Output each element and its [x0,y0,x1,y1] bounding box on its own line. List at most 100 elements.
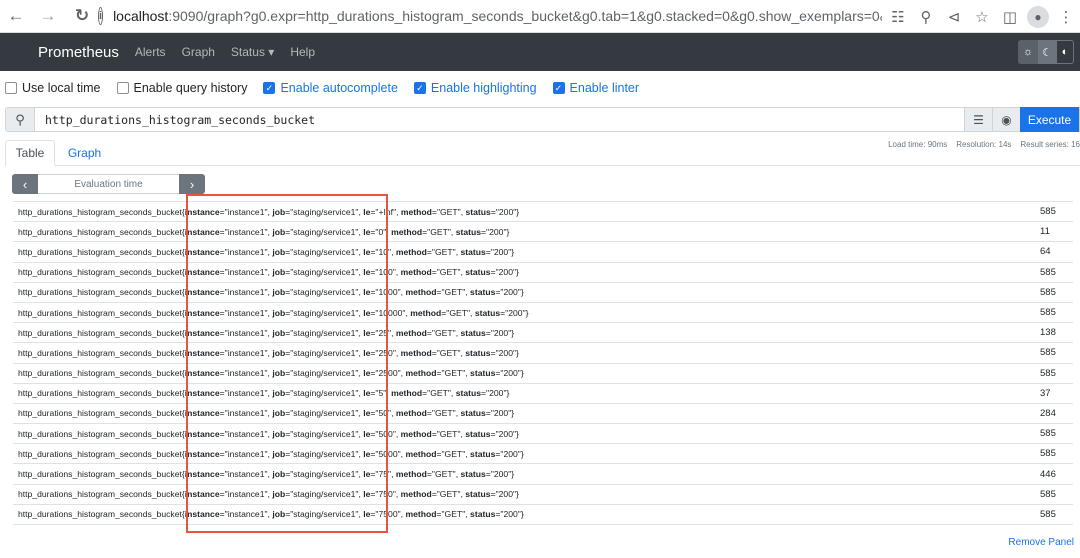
label-key: instance [184,347,220,358]
sample-value: 11 [1040,226,1050,238]
label-key: method [405,287,437,298]
label-key: le [363,246,371,257]
menu-kebab-icon[interactable]: ⋮ [1052,3,1080,31]
globe-icon[interactable]: ◉ [992,108,1020,131]
label-key: le [363,448,371,459]
label-value: 200 [498,267,513,278]
chevron-right-icon[interactable]: › [179,174,205,194]
forward-arrow-icon[interactable]: → [36,4,60,28]
label-value: instance1 [227,347,265,358]
label-value: http_durations_histogram_seconds_bucket [18,509,182,520]
label-key: job [272,388,286,399]
address-bar[interactable]: i localhost:9090/graph?g0.expr=http_dura… [92,3,882,29]
label-value: 200 [493,246,509,257]
checkbox-checked-icon[interactable]: ✓ [552,82,565,94]
label-key: job [272,226,286,237]
label-key: status [460,327,486,338]
sample-value: 585 [1040,367,1056,379]
execute-button[interactable]: Execute [1020,107,1079,132]
label-value: GET [444,448,463,459]
label-value: http_durations_histogram_seconds_bucket [18,226,182,237]
nav-alerts[interactable]: Alerts [135,45,166,59]
label-value: staging/service1 [293,307,356,318]
label-value: 200 [503,448,518,459]
checkbox-icon[interactable] [116,82,129,94]
site-info-icon[interactable]: i [98,7,104,25]
label-key: instance [184,489,220,500]
label-value: staging/service1 [293,226,356,237]
label-value: staging/service1 [293,469,356,480]
back-arrow-icon[interactable]: ← [4,4,28,28]
zoom-icon[interactable]: ⚲ [912,3,940,31]
checkbox-checked-icon[interactable]: ✓ [413,82,426,94]
label-value: http_durations_histogram_seconds_bucket [18,287,182,298]
label-value: staging/service1 [293,368,356,379]
prometheus-navbar: Prometheus Alerts Graph Status ▾ Help ☼ … [0,33,1080,71]
label-value: +Inf [378,206,394,217]
table-row: http_durations_histogram_seconds_bucket{… [13,444,1073,465]
table-row: http_durations_histogram_seconds_bucket{… [13,202,1073,223]
nav-help[interactable]: Help [290,45,315,59]
profile-button[interactable]: ● [1024,3,1052,31]
nav-graph[interactable]: Graph [182,45,215,59]
label-key: job [272,489,286,500]
series-label: http_durations_histogram_seconds_bucket{… [18,428,519,439]
label-key: job [272,287,286,298]
side-panel-icon[interactable]: ◫ [996,3,1024,31]
label-value: GET [439,428,458,439]
brand-logo-text[interactable]: Prometheus [38,44,119,61]
bookmark-star-icon[interactable]: ☆ [968,3,996,31]
sample-value: 585 [1040,307,1056,319]
label-key: job [272,307,286,318]
label-value: 500 [378,428,393,439]
label-key: status [460,246,486,257]
label-value: staging/service1 [293,287,356,298]
label-key: le [363,307,371,318]
evaluation-time-input[interactable]: Evaluation time [38,174,179,194]
metrics-explorer-icon[interactable]: ☰ [964,108,992,131]
chevron-left-icon[interactable]: ‹ [12,174,38,194]
remove-panel-link[interactable]: Remove Panel [1008,537,1074,548]
label-value: GET [439,267,458,278]
checkbox-checked-icon[interactable]: ✓ [263,82,276,94]
panel-tabs: Table Graph Load time: 90ms Resolution: … [5,140,1080,166]
label-value: GET [434,246,453,257]
table-row: http_durations_histogram_seconds_bucket{… [13,485,1073,505]
label-key: method [405,448,437,459]
reload-icon[interactable]: ↻ [70,4,94,28]
label-value: instance1 [227,327,265,338]
label-value: GET [444,509,463,520]
label-key: le [363,368,371,379]
label-value: http_durations_histogram_seconds_bucket [18,206,182,217]
dark-theme-icon[interactable]: ☾ [1038,40,1056,64]
label-value: http_durations_histogram_seconds_bucket [18,307,182,318]
expression-input[interactable]: http_durations_histogram_seconds_bucket [45,113,964,127]
label-key: status [455,388,482,399]
enable-query-history-checkbox[interactable]: Enable query history [116,81,247,95]
label-key: le [363,287,371,298]
label-key: status [470,448,496,459]
load-time: Load time: 90ms [888,140,948,149]
label-key: status [470,368,496,379]
label-key: method [405,509,437,520]
checkbox-icon[interactable] [5,82,17,94]
use-local-time-checkbox[interactable]: Use local time [5,81,101,95]
label-key: method [400,489,432,500]
enable-linter-checkbox[interactable]: ✓ Enable linter [552,81,639,95]
series-label: http_durations_histogram_seconds_bucket{… [18,489,519,500]
enable-autocomplete-checkbox[interactable]: ✓ Enable autocomplete [263,81,398,95]
label-key: status [460,469,486,480]
nav-status[interactable]: Status ▾ [231,45,274,59]
share-icon[interactable]: ⊲ [940,3,968,31]
enable-highlighting-checkbox[interactable]: ✓ Enable highlighting [413,81,537,95]
translate-icon[interactable]: ☷ [884,3,912,31]
label-key: le [363,267,371,278]
tab-graph[interactable]: Graph [57,140,112,166]
label-value: http_durations_histogram_seconds_bucket [18,267,182,278]
label-value: 7500 [378,509,398,520]
label-key: instance [184,469,220,480]
tab-table[interactable]: Table [5,140,55,166]
browser-theme-icon[interactable]: ◐ [1056,40,1074,64]
light-theme-icon[interactable]: ☼ [1018,40,1038,64]
label-value: 2500 [378,368,398,379]
